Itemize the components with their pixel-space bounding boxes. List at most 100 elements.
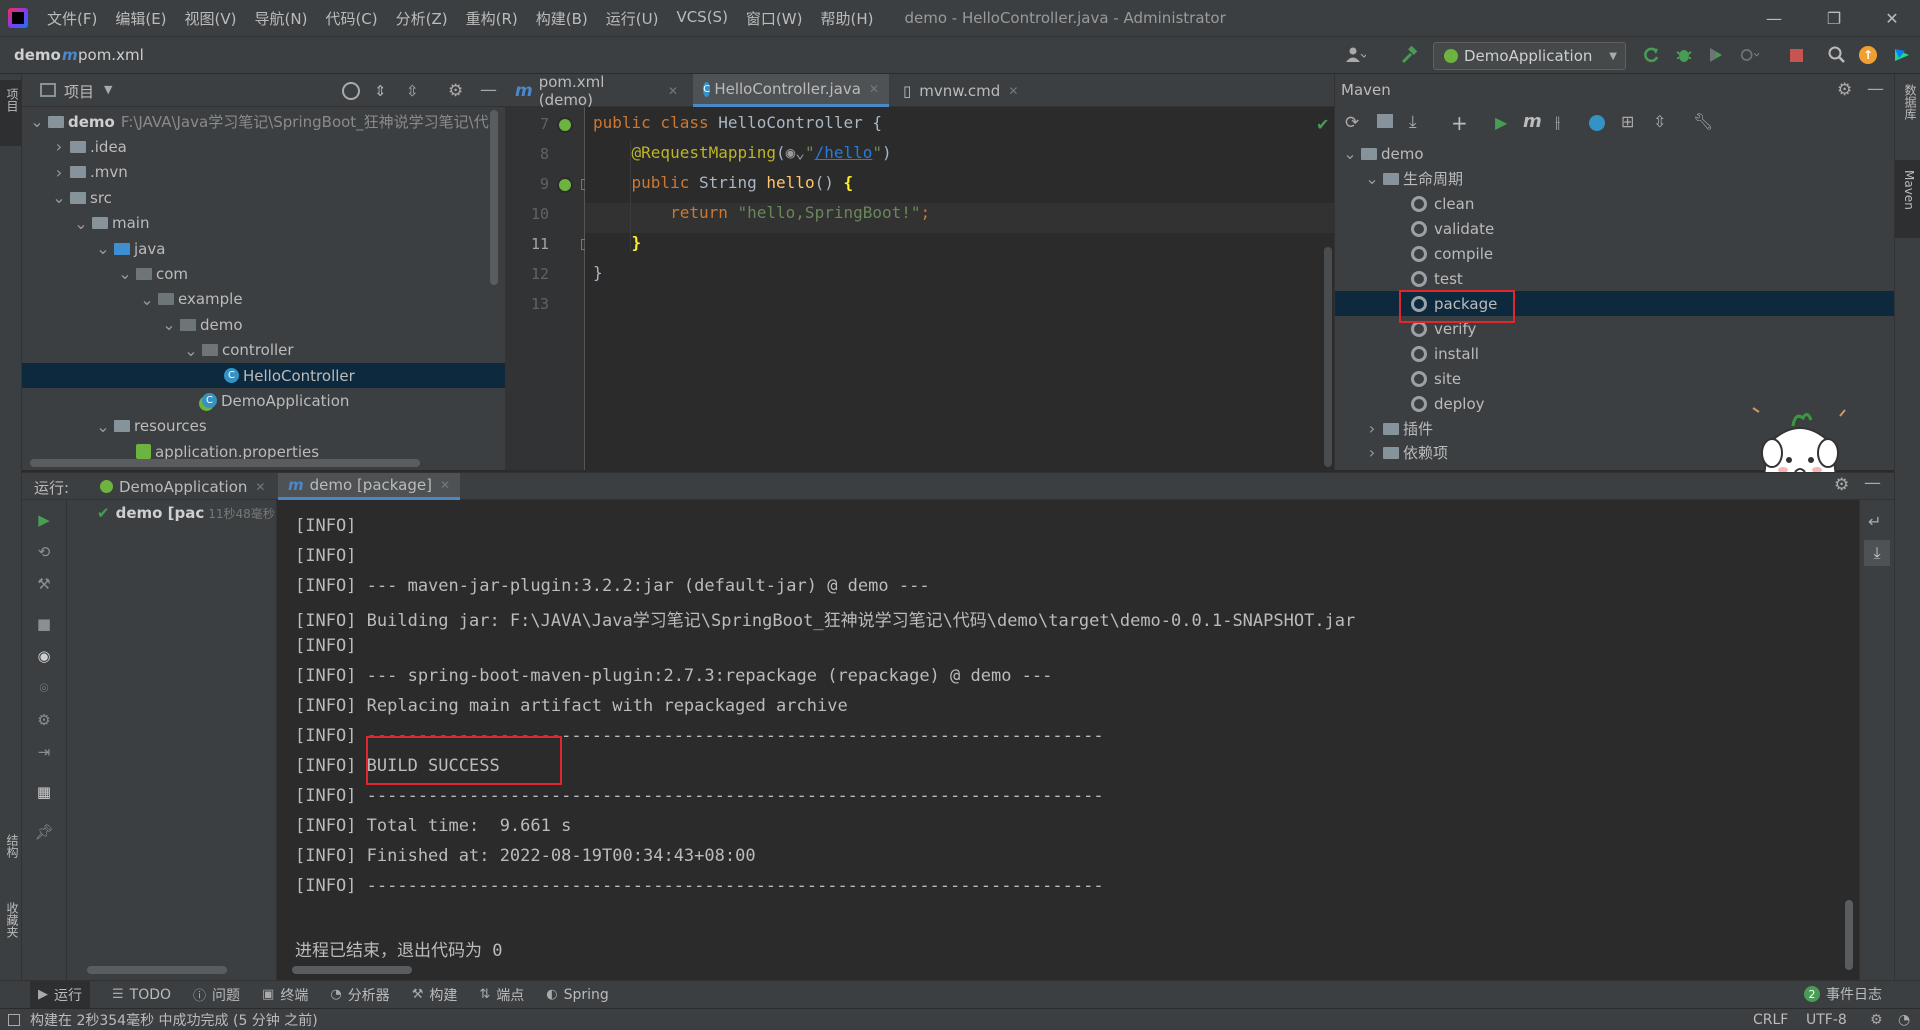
run-tree-item[interactable]: ✔ demo [pac 11秒48毫秒 bbox=[67, 500, 277, 526]
maven-phase-compile[interactable]: compile bbox=[1335, 241, 1894, 266]
menu-item[interactable]: 分析(Z) bbox=[387, 8, 457, 29]
project-scrollbar[interactable] bbox=[490, 110, 498, 285]
maven-phase-site[interactable]: site bbox=[1335, 366, 1894, 391]
menu-item[interactable]: 帮助(H) bbox=[811, 8, 882, 29]
toggle-offline-icon[interactable]: ⫲ bbox=[1555, 112, 1560, 132]
coverage-icon[interactable] bbox=[1706, 45, 1726, 65]
locate-icon[interactable] bbox=[342, 82, 360, 100]
maven-phase-install[interactable]: install bbox=[1335, 341, 1894, 366]
menu-item[interactable]: 重构(R) bbox=[457, 8, 527, 29]
project-hscrollbar[interactable] bbox=[30, 459, 420, 467]
tree-item-src[interactable]: ⌄ src bbox=[22, 185, 505, 210]
layout-icon[interactable]: ▦ bbox=[34, 782, 54, 802]
expand-all-icon[interactable]: ⇕ bbox=[374, 82, 387, 100]
gear-icon[interactable]: ⚙ bbox=[448, 81, 463, 101]
tool-window-button[interactable]: ▣ 终端 bbox=[262, 985, 308, 1005]
debug-bug-icon[interactable] bbox=[1674, 45, 1694, 65]
chevron-down-icon[interactable]: ⌄ bbox=[1343, 144, 1357, 163]
chevron-down-icon[interactable]: ⌄ bbox=[162, 315, 176, 334]
tree-item--mvn[interactable]: › .mvn bbox=[22, 160, 505, 185]
tool-window-button[interactable]: ▶ 运行 bbox=[30, 980, 90, 1009]
chevron-down-icon[interactable]: ⌄ bbox=[74, 468, 88, 470]
line-separator-indicator[interactable]: CRLF bbox=[1753, 1012, 1788, 1028]
download-icon[interactable]: ⤓ bbox=[1409, 112, 1417, 132]
run-maven-icon[interactable]: ▶ bbox=[1495, 113, 1507, 132]
structure-tool-label[interactable]: 结构 bbox=[4, 834, 21, 858]
encoding-indicator[interactable]: UTF-8 bbox=[1806, 1012, 1847, 1028]
run-configuration-select[interactable]: DemoApplication ▼ bbox=[1433, 42, 1626, 70]
chevron-down-icon[interactable]: ▼ bbox=[104, 83, 112, 96]
soft-wrap-icon[interactable]: ↵ bbox=[1868, 512, 1881, 531]
run-tree-hscrollbar[interactable] bbox=[87, 966, 227, 974]
tool-window-button[interactable]: ☰ TODO bbox=[112, 987, 171, 1003]
stop-icon[interactable]: ■ bbox=[34, 614, 54, 634]
menu-item[interactable]: 代码(C) bbox=[316, 8, 386, 29]
project-tool-button[interactable]: 项目 bbox=[0, 80, 22, 146]
status-toggle-icon[interactable] bbox=[8, 1013, 20, 1026]
stop-icon[interactable] bbox=[1786, 45, 1806, 65]
code-editor[interactable]: ✔ public class HelloController { @Reques… bbox=[585, 107, 1334, 470]
skip-tests-icon[interactable] bbox=[1589, 115, 1605, 131]
event-log-button[interactable]: 2 事件日志 bbox=[1804, 984, 1882, 1004]
project-panel-title[interactable]: 项目 bbox=[64, 81, 94, 102]
close-window-button[interactable]: ✕ bbox=[1864, 0, 1920, 36]
menu-item[interactable]: 构建(B) bbox=[527, 8, 597, 29]
search-icon[interactable] bbox=[1827, 45, 1847, 65]
camera-icon[interactable]: ⌾ bbox=[34, 678, 54, 698]
spring-bean-icon[interactable] bbox=[557, 177, 573, 193]
tool-window-button[interactable]: ◔ 分析器 bbox=[330, 985, 389, 1005]
tree-item-com[interactable]: ⌄ com bbox=[22, 261, 505, 286]
editor-scrollbar[interactable] bbox=[1324, 247, 1332, 467]
tool-window-button[interactable]: ⇅ 端点 bbox=[479, 985, 524, 1005]
close-tab-icon[interactable]: ✕ bbox=[440, 478, 450, 492]
breadcrumb-file[interactable]: pom.xml bbox=[78, 46, 144, 64]
reload-icon[interactable]: ⟳ bbox=[1345, 113, 1359, 133]
collapse-all-icon[interactable]: ⇳ bbox=[1653, 112, 1666, 131]
add-icon[interactable]: + bbox=[1451, 111, 1468, 135]
chevron-right-icon[interactable]: › bbox=[52, 137, 66, 156]
gear-icon[interactable]: ⚙ bbox=[1837, 80, 1852, 100]
close-tab-icon[interactable]: ✕ bbox=[668, 84, 678, 98]
profile-icon[interactable] bbox=[1740, 45, 1760, 65]
chevron-right-icon[interactable]: › bbox=[52, 163, 66, 182]
chevron-right-icon[interactable]: › bbox=[1365, 443, 1379, 462]
rerun-failed-icon[interactable]: ⟲ bbox=[34, 542, 54, 562]
chevron-down-icon[interactable]: ⌄ bbox=[118, 264, 132, 283]
wrench-icon[interactable]: ⚒ bbox=[34, 574, 54, 594]
tree-item-demoapplication[interactable]: C DemoApplication bbox=[22, 388, 505, 413]
menu-item[interactable]: VCS(S) bbox=[667, 8, 736, 29]
close-tab-icon[interactable]: ✕ bbox=[869, 82, 879, 96]
wrench-icon[interactable]: 🔧︎ bbox=[1693, 112, 1713, 131]
maven-phase-test[interactable]: test bbox=[1335, 266, 1894, 291]
chevron-down-icon[interactable]: ⌄ bbox=[30, 112, 44, 131]
editor-tab[interactable]: m pom.xml (demo) ✕ bbox=[505, 73, 688, 109]
chevron-down-icon[interactable]: ⌄ bbox=[96, 239, 110, 258]
close-tab-icon[interactable]: ✕ bbox=[1008, 84, 1018, 98]
show-dependencies-icon[interactable]: ⊞ bbox=[1621, 112, 1634, 131]
tool-window-button[interactable]: ⓘ 问题 bbox=[193, 985, 240, 1005]
rerun-icon[interactable]: ▶ bbox=[34, 510, 54, 530]
chevron-down-icon[interactable]: ⌄ bbox=[52, 188, 66, 207]
hide-panel-icon[interactable]: — bbox=[1864, 473, 1881, 493]
minimize-button[interactable]: — bbox=[1746, 0, 1802, 36]
user-icon[interactable] bbox=[1346, 45, 1366, 65]
tree-item-java[interactable]: ⌄ java bbox=[22, 236, 505, 261]
run-tab[interactable]: m demo [package] ✕ bbox=[278, 473, 461, 500]
pin-icon[interactable]: 📌︎ bbox=[34, 822, 54, 842]
update-icon[interactable]: ↑ bbox=[1858, 45, 1878, 65]
chevron-down-icon[interactable]: ⌄ bbox=[96, 417, 110, 436]
chevron-down-icon[interactable]: ⌄ bbox=[74, 214, 88, 233]
tree-item-demo[interactable]: ⌄ demo bbox=[22, 312, 505, 337]
editor-tab[interactable]: ▯ mvnw.cmd ✕ bbox=[893, 74, 1043, 107]
scroll-to-end-icon[interactable]: ⤓ bbox=[1864, 540, 1890, 566]
editor-tab[interactable]: C HelloController.java ✕ bbox=[693, 74, 889, 107]
settings-icon[interactable]: ⚙ bbox=[1870, 1012, 1883, 1028]
rerun-icon[interactable] bbox=[1641, 45, 1661, 65]
menu-item[interactable]: 编辑(E) bbox=[106, 8, 175, 29]
maven-phase-validate[interactable]: validate bbox=[1335, 216, 1894, 241]
tree-item--idea[interactable]: › .idea bbox=[22, 134, 505, 159]
favorites-tool-label[interactable]: 收藏夹 bbox=[4, 902, 21, 938]
build-hammer-icon[interactable] bbox=[1400, 45, 1420, 65]
notification-icon[interactable]: ◔ bbox=[1898, 1012, 1910, 1028]
inspection-ok-icon[interactable]: ✔ bbox=[1316, 115, 1329, 134]
